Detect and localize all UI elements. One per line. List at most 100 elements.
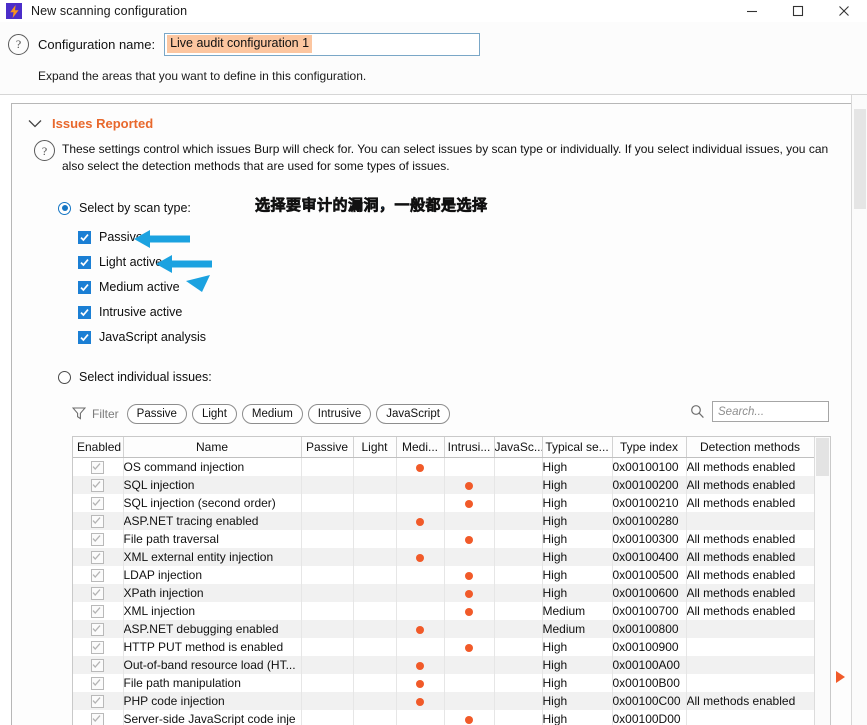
cell-medium [396,457,445,476]
issues-table[interactable]: Enabled Name Passive Light Medi... Intru… [72,436,831,725]
cell-typical-severity: High [542,674,613,692]
cell-light [353,494,397,512]
cell-enabled[interactable] [73,638,124,656]
table-scrollbar-thumb[interactable] [816,438,829,476]
cell-name: XML injection [123,602,302,620]
question-mark-icon[interactable]: ? [8,33,29,55]
column-header-light[interactable]: Light [353,437,397,458]
scan-type-dot [465,481,473,490]
cell-enabled[interactable] [73,457,124,476]
column-header-detection-methods[interactable]: Detection methods [686,437,815,458]
question-mark-icon[interactable]: ? [34,140,55,161]
checkbox-intrusive-active[interactable]: Intrusive active [78,305,182,319]
table-row[interactable]: ASP.NET debugging enabled Medium 0x0010080… [73,620,815,638]
cell-enabled[interactable] [73,476,124,494]
cell-enabled[interactable] [73,602,124,620]
column-header-enabled[interactable]: Enabled [73,437,124,458]
filter-pill-passive[interactable]: Passive [126,403,187,424]
cell-intrusive [444,620,495,638]
cell-enabled[interactable] [73,512,124,530]
column-header-type-index[interactable]: Type index [612,437,687,458]
minimize-icon[interactable] [729,0,775,22]
cell-passive [301,494,354,512]
radio-label: Select individual issues: [79,370,212,384]
cell-javascript [494,602,543,620]
table-row[interactable]: File path manipulation High 0x00100B00 [73,674,815,692]
cell-enabled[interactable] [73,548,124,566]
radio-select-individual-issues[interactable]: Select individual issues: [58,370,212,384]
table-row[interactable]: Out-of-band resource load (HT... High 0x00… [73,656,815,674]
burp-bolt-icon [6,3,22,19]
table-row[interactable]: LDAP injection High 0x00100500 All methods … [73,566,815,584]
cell-detection-methods: All methods enabled [686,476,815,494]
cell-medium [396,710,445,725]
cell-typical-severity: High [542,692,613,710]
table-vertical-scrollbar[interactable] [814,437,830,725]
table-row[interactable]: ASP.NET tracing enabled High 0x00100280 [73,512,815,530]
cell-light [353,602,397,620]
table-row[interactable]: PHP code injection High 0x00100C00 All meth… [73,692,815,710]
cell-detection-methods [686,638,815,656]
cell-enabled[interactable] [73,584,124,602]
cell-typical-severity: High [542,584,613,602]
cell-enabled[interactable] [73,566,124,584]
cell-passive [301,692,354,710]
radio-select-by-scan-type[interactable]: Select by scan type: [58,201,191,215]
cell-enabled[interactable] [73,710,124,725]
cell-enabled[interactable] [73,530,124,548]
table-row[interactable]: XPath injection High 0x00100600 All methods… [73,584,815,602]
cell-medium [396,692,445,710]
table-row[interactable]: XML external entity injection High 0x00100… [73,548,815,566]
search-icon[interactable] [690,404,706,420]
table-row[interactable]: SQL injection (second order) High 0x001002… [73,494,815,512]
column-header-medium[interactable]: Medi... [396,437,445,458]
cell-light [353,692,397,710]
cell-enabled[interactable] [73,620,124,638]
filter-funnel-icon[interactable] [71,406,87,421]
window-scrollbar-thumb[interactable] [854,109,866,209]
cell-detection-methods: All methods enabled [686,548,815,566]
window-vertical-scrollbar[interactable] [851,95,867,725]
cell-javascript [494,692,543,710]
table-row[interactable]: SQL injection High 0x00100200 All methods e… [73,476,815,494]
filter-bar: Filter Passive Light Medium Intrusive Ja… [71,401,829,426]
cell-name: XPath injection [123,584,302,602]
expand-right-triangle-icon[interactable] [836,671,846,686]
table-row[interactable]: Server-side JavaScript code inje High 0x00… [73,710,815,725]
cell-passive [301,620,354,638]
checkbox-light-active[interactable]: Light active [78,255,162,269]
chevron-down-icon[interactable] [26,114,44,132]
table-row[interactable]: OS command injection High 0x00100100 All me… [73,457,815,476]
row-enabled-checkbox-icon [91,695,105,709]
filter-pill-light[interactable]: Light [191,403,237,424]
cell-enabled[interactable] [73,494,124,512]
checkbox-medium-active[interactable]: Medium active [78,280,180,294]
table-row[interactable]: HTTP PUT method is enabled High 0x00100900 [73,638,815,656]
checkbox-javascript-analysis[interactable]: JavaScript analysis [78,330,206,344]
issues-reported-header[interactable]: Issues Reported [26,114,153,132]
close-icon[interactable] [821,0,867,22]
cell-detection-methods: All methods enabled [686,530,815,548]
filter-pill-javascript[interactable]: JavaScript [376,403,450,424]
column-header-typical-severity[interactable]: Typical se... [542,437,613,458]
filter-pill-intrusive[interactable]: Intrusive [307,403,372,424]
cell-enabled[interactable] [73,674,124,692]
maximize-icon[interactable] [775,0,821,22]
scan-type-dot [465,715,473,724]
config-name-input[interactable]: Live audit configuration 1 [164,32,481,56]
table-row[interactable]: XML injection Medium 0x00100700 All methods… [73,602,815,620]
column-header-javascript[interactable]: JavaSc... [494,437,543,458]
search-input[interactable]: Search... [712,401,829,422]
radio-label: Select by scan type: [79,201,191,215]
cell-enabled[interactable] [73,656,124,674]
column-header-intrusive[interactable]: Intrusi... [444,437,495,458]
table-row[interactable]: File path traversal High 0x00100300 All met… [73,530,815,548]
column-header-name[interactable]: Name [123,437,302,458]
cell-typical-severity: Medium [542,602,613,620]
cell-javascript [494,494,543,512]
section-title: Issues Reported [52,115,154,131]
cell-type-index: 0x00100600 [612,584,687,602]
filter-pill-medium[interactable]: Medium [241,403,303,424]
cell-enabled[interactable] [73,692,124,710]
column-header-passive[interactable]: Passive [301,437,354,458]
